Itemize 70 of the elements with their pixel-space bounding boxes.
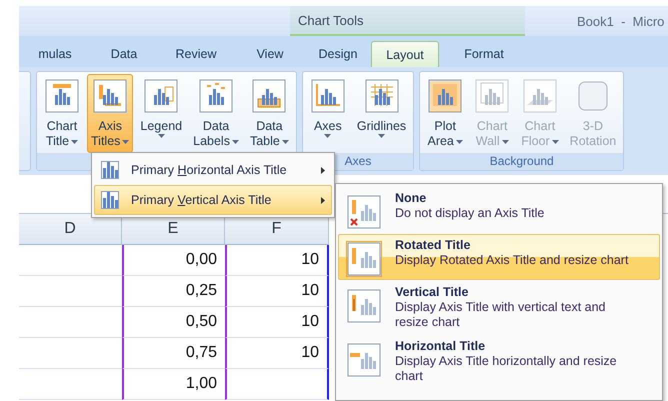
submenu-arrow-icon bbox=[321, 196, 325, 204]
table-cell: 10 bbox=[225, 276, 329, 307]
ribbon-button[interactable]: Legend bbox=[136, 74, 186, 153]
ribbon-button[interactable]: Gridlines bbox=[352, 74, 410, 153]
menu-item[interactable]: Horizontal Title Display Axis Title horizontally and resize chart bbox=[338, 335, 660, 388]
ribbon-tab[interactable]: Format bbox=[439, 41, 529, 67]
caret-icon bbox=[158, 134, 165, 138]
option-title: Vertical Title bbox=[395, 285, 470, 300]
menu-item[interactable]: Vertical Title Display Axis Title with vertical text and resize chart bbox=[338, 281, 660, 334]
axis-title-icon bbox=[347, 195, 381, 229]
table-cell: 1,00 bbox=[122, 369, 225, 400]
bar-chart-icon bbox=[310, 79, 345, 113]
submenu-arrow-icon bbox=[321, 166, 325, 174]
bar-chart-icon bbox=[475, 79, 510, 113]
ribbon-tab[interactable]: Data bbox=[91, 41, 157, 67]
bar-chart-icon bbox=[252, 79, 286, 113]
option-description: Display Axis Title with vertical text and resize chart bbox=[395, 300, 606, 330]
bar-chart-icon bbox=[93, 79, 128, 113]
option-title: Horizontal Title bbox=[395, 339, 486, 354]
option-description: Do not display an Axis Title bbox=[395, 206, 546, 221]
caret-icon bbox=[378, 134, 386, 138]
column-header[interactable]: D bbox=[19, 214, 122, 245]
ribbon-button[interactable]: Plot Area bbox=[423, 74, 468, 153]
ribbon-tab[interactable]: Layout bbox=[371, 41, 439, 67]
bar-chart-icon bbox=[101, 191, 119, 209]
ribbon-button[interactable]: Axes bbox=[306, 74, 350, 153]
window-title: Book1 - Micro bbox=[577, 12, 664, 30]
caret-icon bbox=[122, 140, 130, 144]
caret-icon bbox=[502, 140, 509, 144]
option-title: Rotated Title bbox=[395, 238, 472, 253]
axis-title-icon bbox=[347, 289, 381, 323]
group-label: Background bbox=[420, 153, 624, 170]
menu-item[interactable]: Primary Vertical Axis Title bbox=[94, 185, 332, 215]
caret-icon bbox=[71, 140, 78, 144]
bar-chart-icon bbox=[144, 79, 178, 113]
contextual-group-label: Chart Tools bbox=[290, 6, 525, 36]
menu-item[interactable]: Rotated Title Display Rotated Axis Title and resize chart bbox=[338, 234, 660, 280]
bar-chart-icon bbox=[101, 161, 119, 179]
ribbon-button[interactable]: Data Labels bbox=[189, 74, 243, 153]
table-cell: 10 bbox=[225, 245, 329, 276]
ribbon-button[interactable]: Data Table bbox=[246, 74, 293, 153]
table-cell: 0,75 bbox=[122, 338, 225, 369]
bar-chart-icon bbox=[428, 79, 462, 113]
ribbon-button[interactable]: Axis Titles bbox=[87, 74, 134, 153]
caret-icon bbox=[282, 140, 289, 144]
ribbon-button[interactable]: Chart Title bbox=[40, 74, 84, 153]
option-description: Display Axis Title horizontally and resize chart bbox=[395, 354, 618, 384]
option-title: None bbox=[395, 191, 428, 206]
bar-chart-icon bbox=[45, 79, 79, 113]
caret-icon bbox=[324, 134, 332, 138]
ribbon-tab[interactable]: Design bbox=[305, 41, 371, 67]
menu-item[interactable]: None Do not display an Axis Title bbox=[338, 187, 660, 233]
axis-title-icon bbox=[347, 242, 381, 276]
bar-chart-icon bbox=[364, 79, 399, 113]
caret-icon bbox=[456, 140, 463, 144]
axis-title-icon bbox=[347, 343, 381, 377]
ribbon-tab[interactable]: mulas bbox=[19, 41, 91, 67]
ribbon-tab[interactable]: Review bbox=[157, 41, 235, 67]
cube-icon bbox=[576, 79, 610, 113]
table-cell: 0,25 bbox=[122, 276, 225, 307]
table-cell: 10 bbox=[225, 338, 329, 369]
table-cell: 0,00 bbox=[122, 245, 225, 276]
table-cell: 0,50 bbox=[122, 307, 225, 338]
table-cell: 10 bbox=[225, 307, 329, 338]
bar-chart-icon bbox=[522, 79, 557, 113]
caret-icon bbox=[232, 140, 239, 144]
ribbon-tab[interactable]: View bbox=[235, 41, 305, 67]
option-description: Display Rotated Axis Title and resize chart bbox=[395, 253, 630, 268]
caret-icon bbox=[552, 140, 559, 144]
bar-chart-icon bbox=[199, 79, 234, 113]
